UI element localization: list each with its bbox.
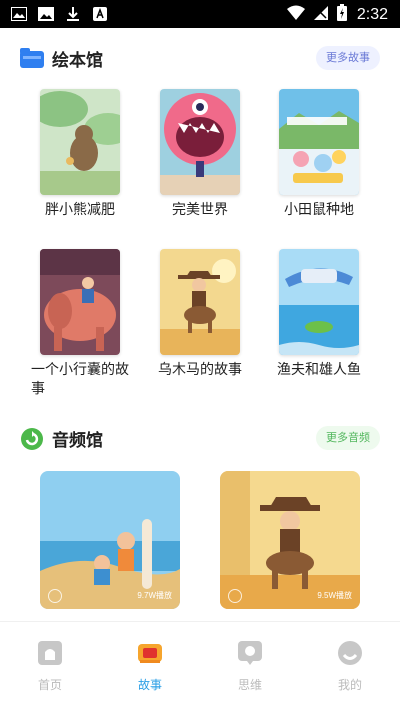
nav-stories[interactable]: 故事 [120,640,180,693]
image-notification-icon [10,5,27,22]
section-title: 音频馆 [52,431,103,451]
book-title: 一个小行囊的故事 [31,362,129,397]
book-title: 胖小熊减肥 [45,202,115,218]
nav-home[interactable]: 首页 [20,640,80,693]
book-cover [40,89,120,195]
book-cover [279,249,359,355]
profile-icon [337,640,363,666]
book-card[interactable]: 完美世界 [140,89,260,220]
play-icon [228,589,242,603]
nav-mine[interactable]: 我的 [320,640,380,693]
book-card[interactable]: 乌木马的故事 [140,249,260,380]
thinking-icon [237,640,263,666]
book-cover [40,249,120,355]
nav-label: 故事 [137,678,162,692]
audio-icon [20,427,46,450]
bottom-nav: 首页 故事 思维 我的 [0,621,400,712]
nav-label: 思维 [237,678,262,692]
signal-icon [313,5,329,25]
audio-cover [40,471,180,609]
picture-books-header: 绘本馆 更多故事 [20,44,380,74]
book-title: 完美世界 [172,202,228,218]
audio-cover [220,471,360,609]
battery-icon [336,4,347,25]
nav-label: 首页 [37,678,62,692]
status-bar: 2:32 [0,0,400,28]
book-card[interactable]: 渔夫和雄人鱼 [259,249,379,380]
section-title: 绘本馆 [52,51,103,71]
book-title: 小田鼠种地 [284,202,354,218]
status-time: 2:32 [356,5,388,23]
play-count: 9.7W播放 [137,591,172,600]
play-count: 9.5W播放 [317,591,352,600]
more-stories-button[interactable]: 更多故事 [316,46,380,70]
book-card[interactable]: 小田鼠种地 [259,89,379,220]
nav-label: 我的 [337,678,362,692]
audio-card[interactable]: 9.5W播放 [220,471,360,609]
book-card[interactable]: 一个小行囊的故事 [20,249,140,399]
book-cover [160,249,240,355]
app-notification-icon [91,5,108,22]
audio-header: 音频馆 更多音频 [20,424,380,454]
play-icon [48,589,62,603]
wifi-icon [286,5,305,25]
book-icon [137,640,163,666]
folder-icon [20,47,46,69]
book-card[interactable]: 胖小熊减肥 [20,89,140,220]
audio-card[interactable]: 9.7W播放 [40,471,180,609]
book-cover [279,89,359,195]
more-audio-button[interactable]: 更多音频 [316,426,380,450]
book-cover [160,89,240,195]
gallery-notification-icon [37,5,54,22]
book-title: 乌木马的故事 [158,362,242,378]
nav-thinking[interactable]: 思维 [220,640,280,693]
download-icon [64,5,81,22]
book-title: 渔夫和雄人鱼 [277,362,361,378]
home-icon [37,640,63,666]
